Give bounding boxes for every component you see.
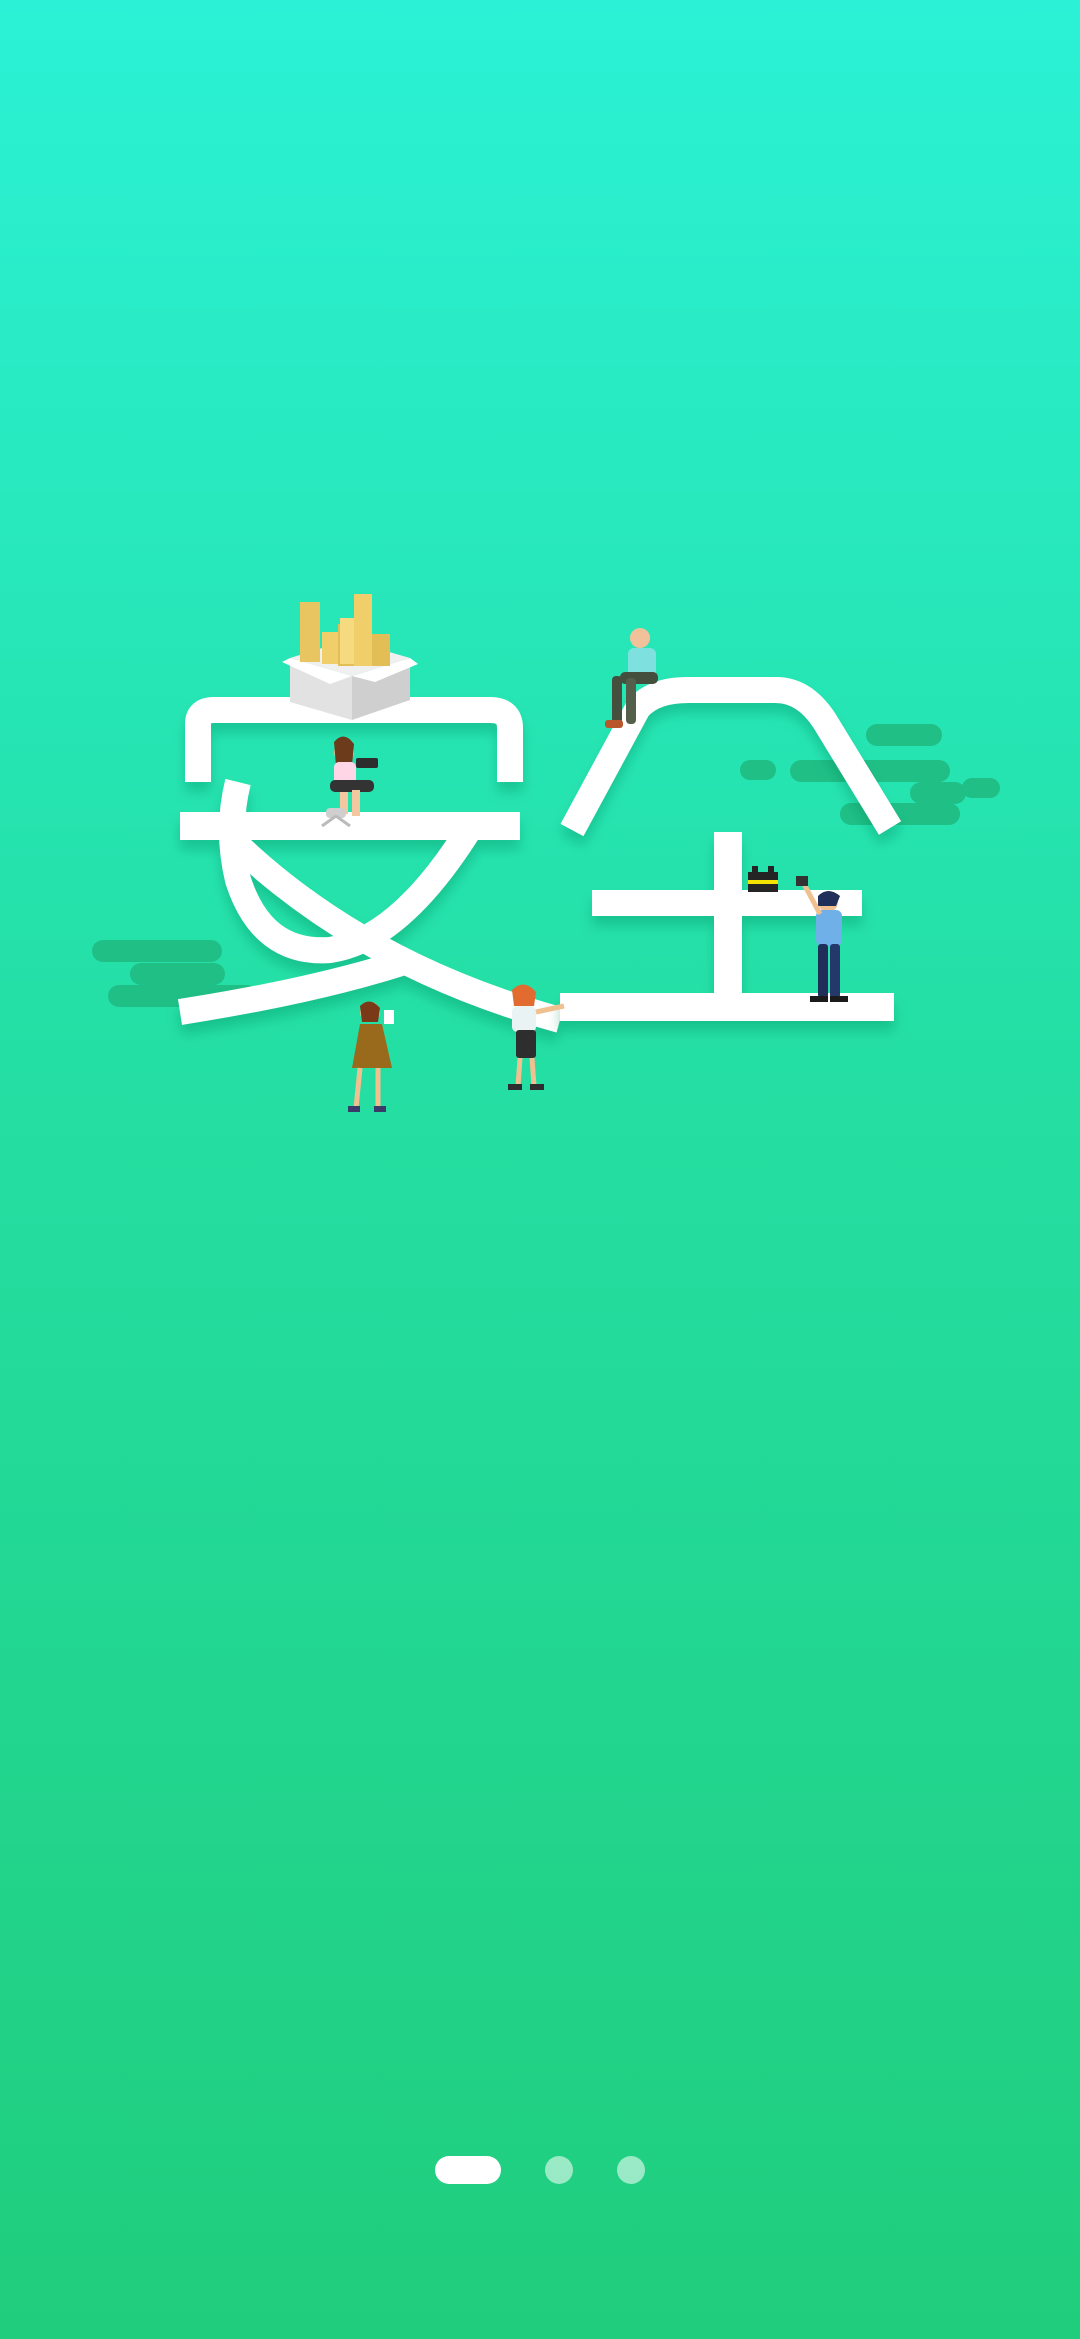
character-quan-strokes	[560, 677, 902, 1021]
onboarding-screen	[0, 0, 1080, 2339]
person-with-paper-icon	[348, 1001, 394, 1112]
page-dot-2[interactable]	[545, 2156, 573, 2184]
character-an-strokes	[177, 697, 564, 1033]
page-dot-3[interactable]	[617, 2156, 645, 2184]
page-indicator	[0, 2155, 1080, 2185]
coin-box-icon	[282, 594, 418, 720]
battery-icon	[748, 866, 778, 892]
safety-illustration-svg	[92, 594, 1000, 1112]
page-dot-1[interactable]	[435, 2156, 501, 2184]
hero-illustration	[0, 560, 1080, 1140]
